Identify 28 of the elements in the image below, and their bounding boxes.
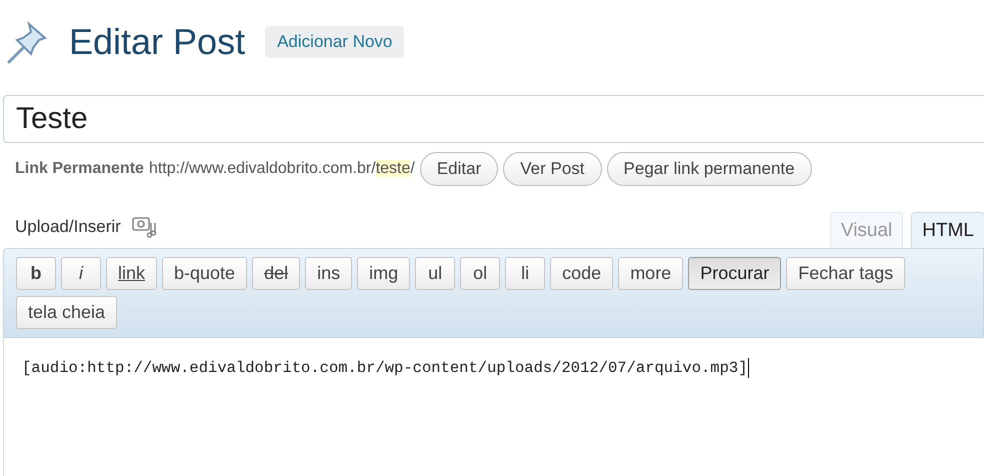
quicktag-button[interactable]: li — [505, 257, 546, 290]
upload-label: Upload/Inserir — [15, 217, 121, 237]
editor-tab[interactable]: HTML — [911, 212, 984, 248]
quicktag-button[interactable]: tela cheia — [16, 296, 118, 329]
quicktag-button[interactable]: code — [550, 257, 614, 290]
quicktag-button[interactable]: ins — [305, 257, 352, 290]
quicktag-button[interactable]: ul — [415, 257, 456, 290]
media-icon[interactable] — [130, 215, 157, 239]
quicktag-button[interactable]: img — [357, 257, 410, 290]
permalink-url: http://www.edivaldobrito.com.br/teste/ — [148, 160, 415, 178]
quicktag-button[interactable]: ol — [460, 257, 500, 290]
permalink-button[interactable]: Ver Post — [503, 152, 602, 186]
editor-content: [audio:http://www.edivaldobrito.com.br/wp-content/uploads/2012/07/arquivo.mp3] — [22, 359, 748, 378]
permalink-label: Link Permanente — [15, 160, 144, 178]
quicktag-button[interactable]: b-quote — [162, 257, 248, 290]
quicktag-button[interactable]: b — [16, 257, 56, 290]
editor-textarea[interactable]: [audio:http://www.edivaldobrito.com.br/wp-content/uploads/2012/07/arquivo.mp3] — [3, 338, 984, 476]
quicktag-button[interactable]: del — [252, 257, 300, 290]
quicktag-button[interactable]: Procurar — [688, 257, 782, 290]
add-new-button[interactable]: Adicionar Novo — [265, 26, 404, 58]
quicktag-button[interactable]: i — [61, 257, 101, 290]
permalink-button[interactable]: Editar — [420, 152, 498, 186]
quicktag-button[interactable]: more — [618, 257, 684, 290]
quicktag-button[interactable]: link — [106, 257, 158, 290]
page-title: Editar Post — [69, 21, 246, 63]
permalink-button[interactable]: Pegar link permanente — [606, 152, 812, 186]
title-field[interactable]: Teste — [3, 95, 984, 143]
quicktag-button[interactable]: Fechar tags — [786, 257, 906, 290]
